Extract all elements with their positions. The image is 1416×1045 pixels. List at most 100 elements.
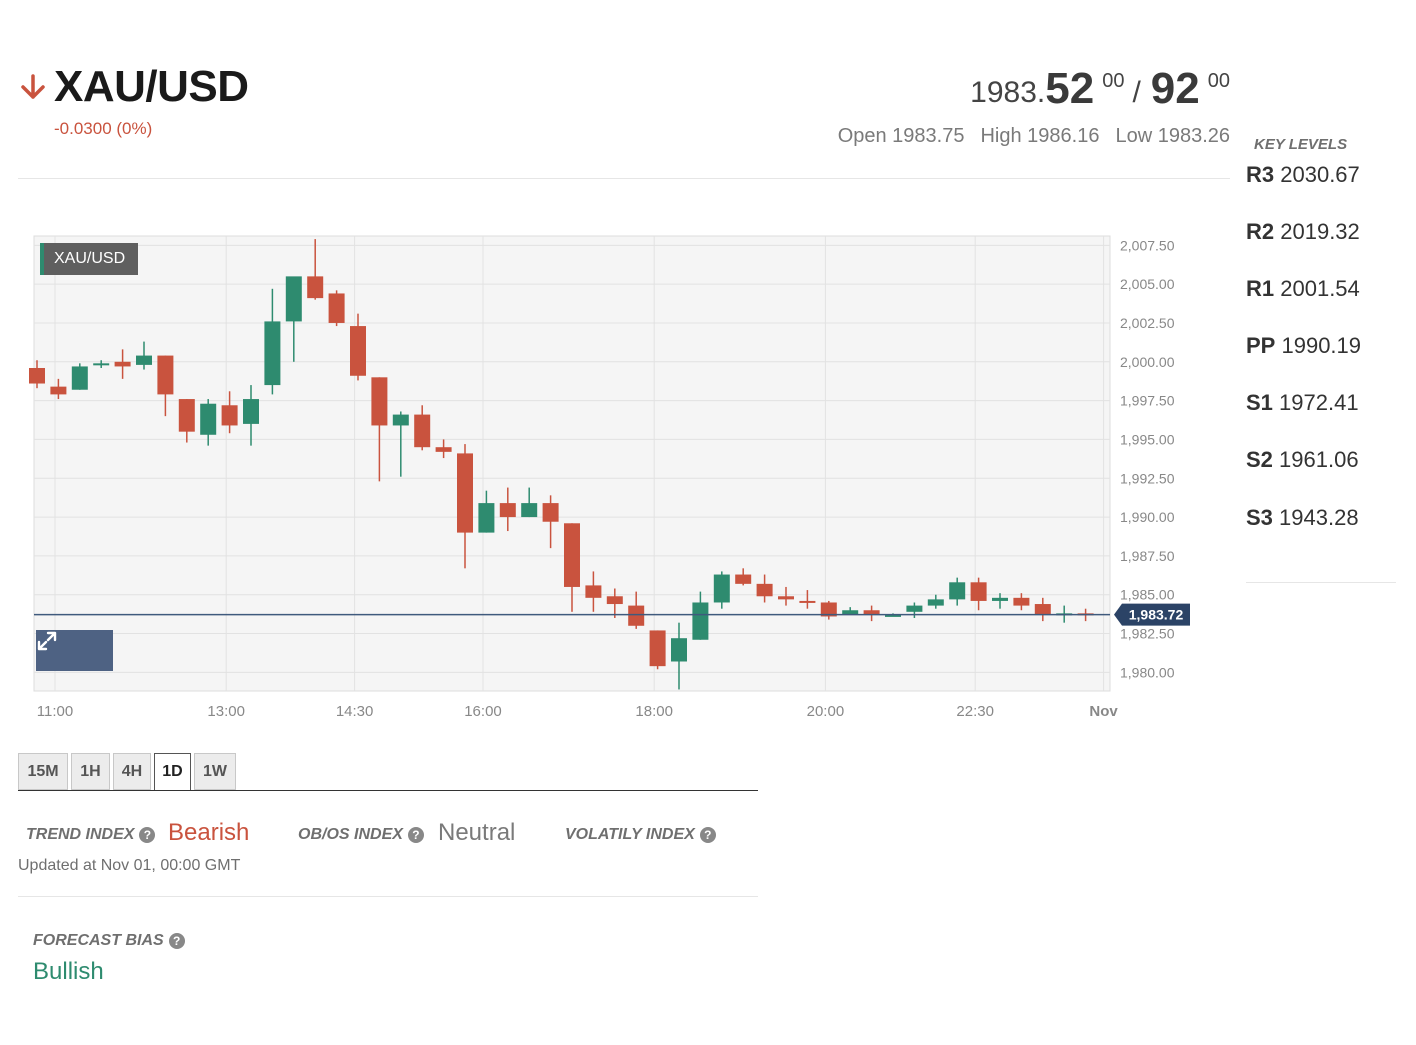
key-level-label: S3 <box>1246 505 1273 530</box>
candle-body <box>307 276 324 299</box>
x-tick-label: 20:00 <box>807 703 845 720</box>
key-level-label: PP <box>1246 333 1276 358</box>
candle-body <box>157 355 174 395</box>
x-tick-label: 18:00 <box>635 703 673 720</box>
x-tick-label: 13:00 <box>207 703 245 720</box>
key-level-value: 2001.54 <box>1280 276 1360 301</box>
candle-body <box>200 403 217 435</box>
updated-timestamp: Updated at Nov 01, 00:00 GMT <box>18 857 241 874</box>
key-level-s1: S1 1972.41 <box>1246 390 1359 416</box>
tab-1w[interactable]: 1W <box>194 753 236 790</box>
obos-index-text: OB/OS INDEX <box>298 826 403 843</box>
candle-body <box>435 447 452 452</box>
candle-body <box>778 596 794 600</box>
high-price: High 1986.16 <box>980 125 1100 147</box>
x-tick-label: 22:30 <box>956 703 994 720</box>
tab-1d[interactable]: 1D <box>154 753 191 791</box>
key-level-s2: S2 1961.06 <box>1246 447 1359 473</box>
candle-body <box>692 602 709 640</box>
candle-body <box>671 638 687 662</box>
obos-index-label: OB/OS INDEX ? <box>298 826 424 844</box>
candle-body <box>799 600 816 603</box>
question-circle-icon[interactable]: ? <box>407 827 424 843</box>
candle-body <box>478 503 495 533</box>
candle-body <box>328 293 345 323</box>
candle-body <box>414 414 431 448</box>
y-tick-label: 1,997.50 <box>1120 393 1175 409</box>
expand-chart-button[interactable] <box>36 630 113 671</box>
tabs-baseline <box>18 790 758 791</box>
timeframe-tabs: 15M 1H 4H 1D 1W <box>18 753 239 791</box>
question-circle-icon[interactable]: ? <box>168 933 185 949</box>
chart-legend: XAU/USD <box>40 243 138 275</box>
candle-body <box>350 326 366 376</box>
key-level-label: R1 <box>1246 276 1275 301</box>
low-price: Low 1983.26 <box>1115 125 1230 147</box>
candle-body <box>606 596 623 605</box>
key-level-label: S1 <box>1246 390 1273 415</box>
tab-1h[interactable]: 1H <box>71 753 110 790</box>
open-high-low: Open 1983.75 High 1986.16 Low 1983.26 <box>838 125 1230 148</box>
key-level-r1: R1 2001.54 <box>1246 276 1360 302</box>
price-chart[interactable]: 2,007.50 2,005.00 2,002.50 2,000.00 1,997.50… <box>0 200 1200 730</box>
candle-body <box>906 605 923 612</box>
question-circle-icon[interactable]: ? <box>139 827 156 843</box>
y-tick-label: 2,007.50 <box>1120 237 1175 253</box>
key-level-value: 1972.41 <box>1279 390 1359 415</box>
plot-area <box>33 235 1111 692</box>
key-level-value: 1943.28 <box>1279 505 1359 530</box>
x-tick-label: Nov <box>1089 703 1118 720</box>
volatility-index-text: VOLATILY INDEX <box>565 826 695 843</box>
bid-integer: 1983. <box>970 76 1046 109</box>
y-tick-label: 1,980.00 <box>1120 664 1175 680</box>
candlestick-chart[interactable]: 2,007.50 2,005.00 2,002.50 2,000.00 1,997.50… <box>0 200 1200 730</box>
y-tick-label: 2,005.00 <box>1120 276 1175 292</box>
y-tick-label: 1,987.50 <box>1120 548 1175 564</box>
key-level-s3: S3 1943.28 <box>1246 505 1359 531</box>
obos-index-value: Neutral <box>438 819 516 846</box>
bid-fraction: 00 <box>1102 70 1125 92</box>
key-level-label: R3 <box>1246 162 1275 187</box>
instrument-header: XAU/USD <box>18 62 249 112</box>
key-level-label: S2 <box>1246 447 1273 472</box>
x-tick-label: 14:30 <box>336 703 374 720</box>
candle-body <box>542 503 559 522</box>
candle-body <box>499 503 516 518</box>
indices-divider <box>18 896 758 897</box>
y-tick-label: 2,002.50 <box>1120 315 1175 331</box>
y-tick-label: 1,982.50 <box>1120 626 1175 642</box>
y-tick-label: 1,995.00 <box>1120 431 1175 447</box>
ask-fraction: 00 <box>1207 70 1230 92</box>
tab-4h[interactable]: 4H <box>113 753 151 790</box>
open-price: Open 1983.75 <box>837 125 965 147</box>
ask-pips: 92 <box>1150 64 1200 113</box>
candle-body <box>735 574 752 584</box>
key-levels-title: KEY LEVELS <box>1254 136 1348 153</box>
candle-body <box>29 367 45 384</box>
header-divider <box>18 178 1230 179</box>
candle-body <box>50 386 67 395</box>
trend-index-text: TREND INDEX <box>26 826 135 843</box>
forecast-bias-label: FORECAST BIAS ? <box>33 932 185 950</box>
key-level-pp: PP 1990.19 <box>1246 333 1361 359</box>
volatility-index-label: VOLATILY INDEX ? <box>565 826 716 844</box>
candle-body <box>1034 604 1051 615</box>
candle-body <box>992 597 1008 601</box>
key-level-label: R2 <box>1246 219 1275 244</box>
key-levels-divider <box>1246 582 1396 583</box>
candle-body <box>392 414 409 426</box>
question-circle-icon[interactable]: ? <box>699 827 716 843</box>
trend-index-value: Bearish <box>168 819 250 846</box>
tab-15m[interactable]: 15M <box>18 753 68 790</box>
key-level-r3: R3 2030.67 <box>1246 162 1360 188</box>
key-level-value: 1990.19 <box>1281 333 1362 358</box>
y-tick-label: 1,992.50 <box>1120 470 1175 486</box>
candle-body <box>285 276 302 322</box>
candle-body <box>521 503 538 518</box>
y-tick-label: 1,990.00 <box>1120 509 1175 525</box>
arrow-down-icon <box>21 74 45 99</box>
candle-body <box>114 361 131 367</box>
candle-body <box>1013 597 1030 606</box>
forecast-bias-value: Bullish <box>33 958 104 985</box>
candle-body <box>136 355 152 365</box>
